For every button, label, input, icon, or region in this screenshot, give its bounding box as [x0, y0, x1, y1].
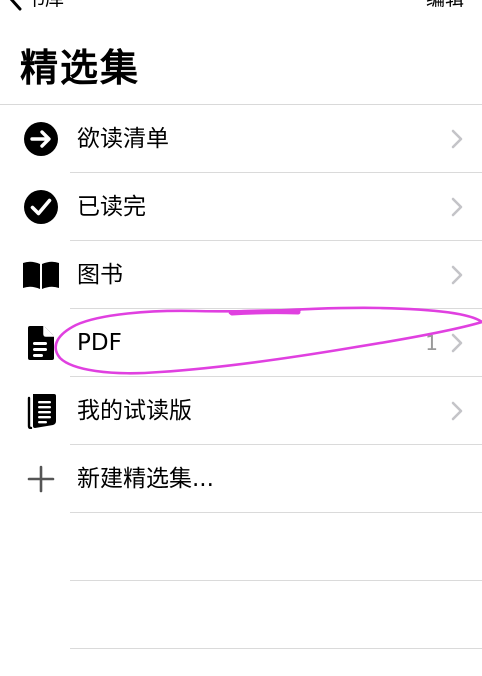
back-button[interactable]: 书库 — [8, 0, 64, 12]
navigation-bar: 书库 编辑 — [0, 0, 482, 20]
divider — [70, 648, 482, 649]
collection-label: 我的试读版 — [77, 398, 192, 424]
collection-row-finished[interactable]: 已读完 — [0, 173, 482, 241]
chevron-left-icon — [8, 0, 22, 11]
chevron-right-icon — [450, 129, 464, 149]
arrow-circle-icon — [22, 120, 60, 158]
collection-label: 欲读清单 — [77, 126, 169, 152]
divider — [70, 512, 482, 513]
collection-row-want-to-read[interactable]: 欲读清单 — [0, 105, 482, 173]
page-title: 精选集 — [20, 46, 141, 90]
divider — [70, 580, 482, 581]
samples-icon — [22, 392, 60, 430]
collection-label: 已读完 — [77, 194, 146, 220]
chevron-right-icon — [450, 197, 464, 217]
checkmark-circle-icon — [22, 188, 60, 226]
chevron-right-icon — [450, 333, 464, 353]
collection-label: PDF — [77, 330, 122, 356]
chevron-right-icon — [450, 265, 464, 285]
back-label: 书库 — [26, 0, 64, 12]
book-icon — [22, 256, 60, 294]
edit-button[interactable]: 编辑 — [426, 0, 464, 12]
collections-list: 欲读清单 已读完 图书 PDF 1 我的试读版 新建精选集... — [0, 105, 482, 513]
document-icon — [22, 324, 60, 362]
new-collection-label: 新建精选集... — [77, 466, 214, 492]
collection-row-my-samples[interactable]: 我的试读版 — [0, 377, 482, 445]
item-count: 1 — [425, 331, 438, 355]
collection-label: 图书 — [77, 262, 123, 288]
collection-row-books[interactable]: 图书 — [0, 241, 482, 309]
collection-row-pdf[interactable]: PDF 1 — [0, 309, 482, 377]
chevron-right-icon — [450, 401, 464, 421]
plus-icon — [22, 460, 60, 498]
new-collection-button[interactable]: 新建精选集... — [0, 445, 482, 513]
